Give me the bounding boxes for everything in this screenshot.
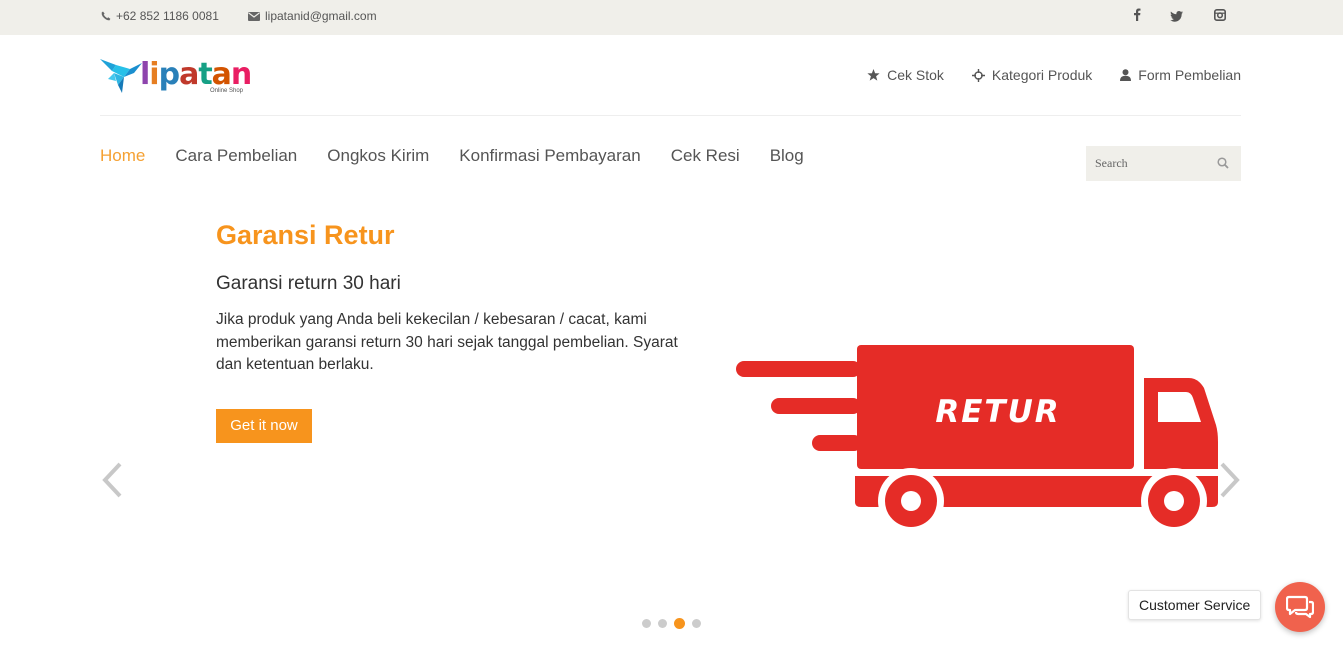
nav-item-ongkos-kirim[interactable]: Ongkos Kirim [327, 146, 429, 166]
bird-logo-icon [100, 59, 142, 93]
email-contact[interactable]: lipatanid@gmail.com [248, 9, 377, 23]
search-box [1086, 146, 1241, 181]
instagram-icon[interactable] [1214, 9, 1226, 24]
top-bar: +62 852 1186 0081 lipatanid@gmail.com [0, 0, 1343, 35]
slide-subtitle: Garansi return 30 hari [216, 273, 401, 294]
slide-dot-3[interactable] [674, 618, 685, 629]
nav-item-home[interactable]: Home [100, 146, 145, 166]
site-header: lipatan Online Shop Cek Stok Kategori Pr… [100, 35, 1241, 116]
logo-subtitle: Online Shop [210, 88, 244, 94]
phone-contact[interactable]: +62 852 1186 0081 [101, 9, 219, 23]
search-input[interactable] [1086, 146, 1206, 181]
chat-bubbles-icon [1286, 595, 1314, 619]
get-it-now-button[interactable]: Get it now [216, 409, 312, 443]
prev-slide-arrow[interactable] [101, 462, 123, 503]
email-address: lipatanid@gmail.com [265, 9, 377, 23]
slide-dot-1[interactable] [642, 619, 651, 628]
nav-item-cek-resi[interactable]: Cek Resi [671, 146, 740, 166]
slide-dot-4[interactable] [692, 619, 701, 628]
form-pembelian-label: Form Pembelian [1138, 67, 1241, 83]
star-icon [867, 69, 880, 81]
nav-item-cara-pembelian[interactable]: Cara Pembelian [175, 146, 297, 166]
envelope-icon [248, 11, 260, 21]
chat-button[interactable] [1275, 582, 1325, 632]
header-links: Cek Stok Kategori Produk Form Pembelian [867, 67, 1241, 83]
phone-icon [101, 11, 111, 21]
crosshair-icon [971, 68, 985, 82]
cek-stok-link[interactable]: Cek Stok [867, 67, 944, 83]
cek-stok-label: Cek Stok [887, 67, 944, 83]
slide-description: Jika produk yang Anda beli kekecilan / k… [216, 311, 678, 373]
nav-item-blog[interactable]: Blog [770, 146, 804, 166]
site-logo[interactable]: lipatan Online Shop [100, 53, 252, 101]
user-icon [1120, 69, 1132, 81]
main-nav: Home Cara Pembelian Ongkos Kirim Konfirm… [100, 146, 834, 166]
slide-dot-2[interactable] [658, 619, 667, 628]
slide-title: Garansi Retur [216, 220, 395, 250]
slide-indicators [642, 618, 701, 629]
chevron-left-icon [102, 462, 122, 498]
retur-truck-illustration: RETUR [736, 345, 1218, 534]
kategori-produk-link[interactable]: Kategori Produk [971, 67, 1093, 83]
form-pembelian-link[interactable]: Form Pembelian [1120, 67, 1241, 83]
nav-item-konfirmasi-pembayaran[interactable]: Konfirmasi Pembayaran [459, 146, 640, 166]
search-icon[interactable] [1217, 157, 1229, 169]
facebook-icon[interactable] [1133, 8, 1141, 24]
truck-label: RETUR [935, 394, 1060, 430]
customer-service-label[interactable]: Customer Service [1128, 590, 1262, 620]
logo-wordmark: lipatan [140, 57, 252, 92]
phone-number: +62 852 1186 0081 [116, 9, 219, 23]
kategori-produk-label: Kategori Produk [991, 67, 1093, 83]
twitter-icon[interactable] [1170, 10, 1183, 25]
